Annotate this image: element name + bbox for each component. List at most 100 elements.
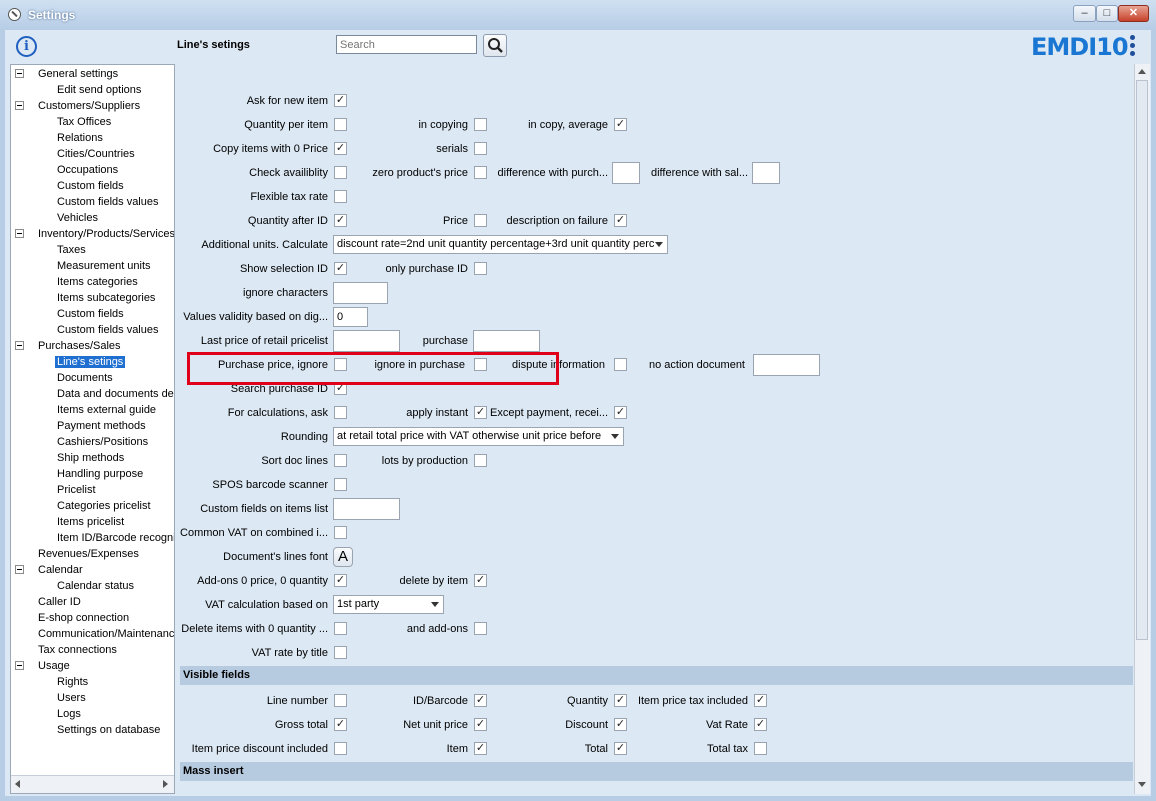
checkbox[interactable]	[474, 262, 487, 275]
checkbox[interactable]	[474, 142, 487, 155]
tree-item[interactable]: Items pricelist	[14, 514, 126, 530]
tree-item[interactable]: Usage	[14, 658, 72, 674]
tree-item[interactable]: Measurement units	[14, 258, 153, 274]
additional-units-select[interactable]: discount rate=2nd unit quantity percenta…	[333, 235, 668, 254]
tree-item[interactable]: Cashiers/Positions	[14, 434, 150, 450]
scroll-down-icon[interactable]	[1138, 782, 1146, 787]
tree-item[interactable]: Item ID/Barcode recognize	[14, 530, 174, 546]
minimize-button[interactable]: –	[1073, 5, 1096, 22]
tree-item[interactable]: Calendar	[14, 562, 85, 578]
scroll-right-icon[interactable]	[163, 780, 168, 788]
tree-item[interactable]: Payment methods	[14, 418, 148, 434]
purchase-price-field[interactable]	[473, 330, 540, 352]
field-label: only purchase ID	[385, 263, 468, 275]
font-button[interactable]: A	[333, 547, 353, 567]
close-button[interactable]: ✕	[1118, 5, 1149, 22]
tree-item[interactable]: Documents	[14, 370, 115, 386]
difference-sale-field[interactable]	[752, 162, 780, 184]
checkbox[interactable]	[754, 742, 767, 755]
tree-item[interactable]: Tax Offices	[14, 114, 113, 130]
checkbox[interactable]	[334, 190, 347, 203]
tree-horizontal-scrollbar[interactable]	[11, 775, 174, 793]
tree-item[interactable]: Edit send options	[14, 82, 143, 98]
checkbox[interactable]: ✓	[614, 214, 627, 227]
kebab-menu-icon[interactable]	[1129, 35, 1137, 59]
search-button[interactable]	[483, 34, 507, 57]
tree-item[interactable]: Vehicles	[14, 210, 100, 226]
checkbox[interactable]: ✓	[614, 118, 627, 131]
tree-item-label: Settings on database	[57, 724, 161, 736]
collapse-toggle-icon[interactable]	[15, 229, 24, 238]
tree-item[interactable]: Communication/Maintenance	[14, 626, 174, 642]
tree-item[interactable]: Calendar status	[14, 578, 136, 594]
tree-item[interactable]: Custom fields values	[14, 322, 161, 338]
dropdown-arrow-icon[interactable]	[655, 242, 663, 247]
tree-item[interactable]: Tax connections	[14, 642, 119, 658]
tree-item[interactable]: Rights	[14, 674, 90, 690]
tree-item[interactable]: Custom fields	[14, 178, 126, 194]
scrollbar-thumb[interactable]	[1136, 80, 1148, 640]
collapse-toggle-icon[interactable]	[15, 69, 24, 78]
checkbox[interactable]: ✓	[754, 694, 767, 707]
tree-item[interactable]: Pricelist	[14, 482, 98, 498]
rounding-select[interactable]: at retail total price with VAT otherwise…	[333, 427, 624, 446]
custom-fields-list-field[interactable]	[333, 498, 400, 520]
collapse-toggle-icon[interactable]	[15, 101, 24, 110]
tree-item[interactable]: E-shop connection	[14, 610, 131, 626]
tree-item[interactable]: Items subcategories	[14, 290, 157, 306]
tree-item[interactable]: Custom fields values	[14, 194, 161, 210]
info-icon[interactable]: i	[16, 36, 37, 57]
search-input[interactable]	[336, 35, 477, 54]
no-action-document-field[interactable]	[753, 354, 820, 376]
dropdown-arrow-icon[interactable]	[431, 602, 439, 607]
tree-item[interactable]: Users	[14, 690, 88, 706]
collapse-toggle-icon[interactable]	[15, 341, 24, 350]
tree-item-label: General settings	[38, 68, 119, 80]
tree-item[interactable]: Settings on database	[14, 722, 162, 738]
tree-item[interactable]: Items external guide	[14, 402, 158, 418]
tree-item[interactable]: Taxes	[14, 242, 88, 258]
checkbox[interactable]	[474, 622, 487, 635]
maximize-button[interactable]: □	[1096, 5, 1118, 22]
field-label: and add-ons	[406, 623, 468, 635]
field-label: Document's lines font	[223, 551, 328, 563]
scroll-left-icon[interactable]	[15, 780, 20, 788]
checkbox[interactable]: ✓	[614, 406, 627, 419]
tree-item[interactable]: Ship methods	[14, 450, 126, 466]
tree-item[interactable]: Logs	[14, 706, 83, 722]
tree-item[interactable]: Caller ID	[14, 594, 83, 610]
values-validity-spinner[interactable]: 0	[333, 307, 368, 327]
checkbox[interactable]	[334, 646, 347, 659]
tree-item[interactable]: Purchases/Sales	[14, 338, 123, 354]
tree-item-selected[interactable]: Line's setings	[14, 354, 126, 370]
tree-item-label: Tax Offices	[57, 116, 112, 128]
checkbox[interactable]	[474, 454, 487, 467]
ignore-characters-field[interactable]	[333, 282, 388, 304]
tree-item[interactable]: Categories pricelist	[14, 498, 153, 514]
tree-item[interactable]: Relations	[14, 130, 105, 146]
vat-calculation-select[interactable]: 1st party	[333, 595, 444, 614]
tree-item[interactable]: Customers/Suppliers	[14, 98, 142, 114]
checkbox[interactable]	[334, 526, 347, 539]
dropdown-arrow-icon[interactable]	[611, 434, 619, 439]
tree-item[interactable]: Items categories	[14, 274, 140, 290]
ask-new-item-checkbox[interactable]: ✓	[334, 94, 347, 107]
tree-item[interactable]: Custom fields	[14, 306, 126, 322]
checkbox[interactable]	[334, 478, 347, 491]
tree-item[interactable]: Handling purpose	[14, 466, 145, 482]
window-border-bottom	[0, 796, 1156, 801]
checkbox[interactable]: ✓	[754, 718, 767, 731]
checkbox[interactable]: ✓	[474, 574, 487, 587]
tree-item[interactable]: Data and documents desi	[14, 386, 174, 402]
collapse-toggle-icon[interactable]	[15, 661, 24, 670]
scroll-up-icon[interactable]	[1138, 69, 1146, 74]
tree-item[interactable]: Inventory/Products/Services	[14, 226, 174, 242]
tree-item[interactable]: Revenues/Expenses	[14, 546, 141, 562]
tree-item[interactable]: Occupations	[14, 162, 120, 178]
form-vertical-scrollbar[interactable]	[1134, 64, 1150, 794]
collapse-toggle-icon[interactable]	[15, 565, 24, 574]
tree-item[interactable]: General settings	[14, 66, 120, 82]
tree-item-label: Ship methods	[57, 452, 125, 464]
field-label: in copy, average	[528, 119, 608, 131]
tree-item[interactable]: Cities/Countries	[14, 146, 137, 162]
